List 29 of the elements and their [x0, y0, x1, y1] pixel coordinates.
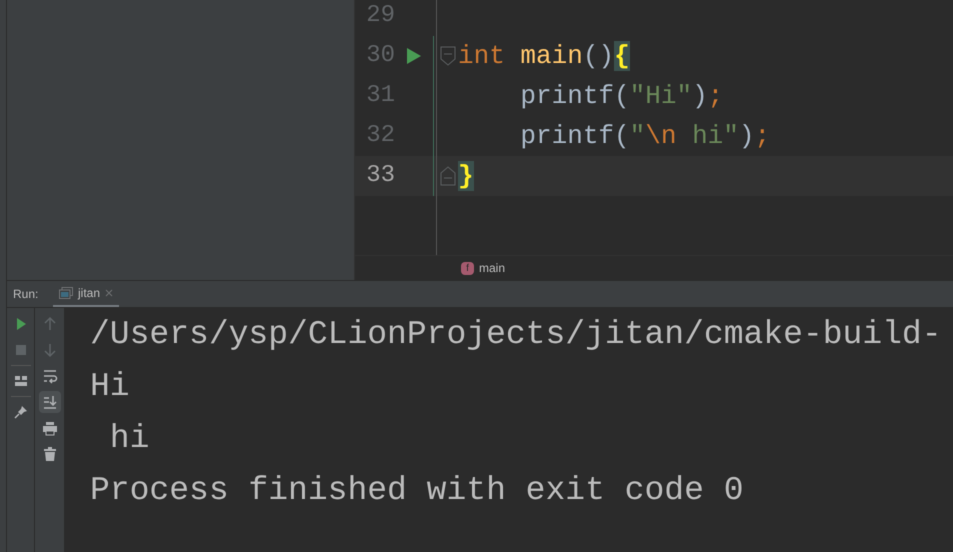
- console-icon: [59, 286, 73, 298]
- console-line: /Users/ysp/CLionProjects/jitan/cmake-build-: [90, 315, 942, 355]
- line-number: 29: [365, 1, 395, 31]
- pin-icon: [12, 404, 28, 420]
- line-number: 32: [365, 121, 395, 151]
- console-line: Hi: [90, 367, 130, 407]
- code-line: int main(){: [458, 40, 630, 73]
- run-label: Run:: [12, 286, 40, 303]
- line-number: 31: [365, 81, 395, 111]
- line-number: 33: [365, 161, 395, 191]
- console-line: hi: [108, 419, 150, 459]
- trash-icon: [42, 446, 58, 462]
- layout-icon: [12, 373, 28, 389]
- function-badge: f: [461, 262, 474, 274]
- wrap-icon: [42, 368, 58, 384]
- down-arrow-icon: [42, 342, 58, 358]
- tab-label: jitan: [78, 284, 100, 302]
- line-number: 30: [365, 41, 395, 71]
- scroll-to-end-button[interactable]: [38, 391, 60, 413]
- code-line: printf("\n hi");: [519, 120, 770, 153]
- run-icon[interactable]: [406, 47, 422, 65]
- fold-icon: [440, 166, 456, 186]
- breadcrumb-item[interactable]: main: [479, 259, 506, 277]
- printer-icon: [42, 420, 58, 436]
- console-line: Process finished with exit code 0: [90, 471, 744, 511]
- up-arrow-icon: [42, 316, 58, 332]
- scroll-to-end-icon: [42, 394, 58, 410]
- code-line: printf("Hi");: [519, 80, 724, 113]
- fold-icon: [440, 46, 456, 66]
